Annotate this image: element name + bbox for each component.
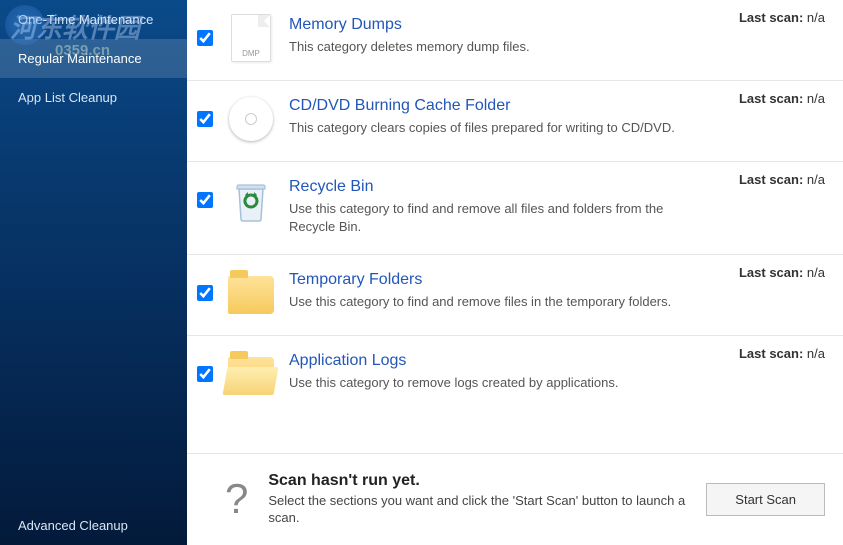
question-mark-icon: ? [225,475,248,523]
sidebar-item-advanced-cleanup[interactable]: Advanced Cleanup [0,506,187,545]
category-checkbox[interactable] [197,30,213,46]
category-description: This category clears copies of files pre… [289,119,709,137]
category-description: Use this category to remove logs created… [289,374,709,392]
cd-icon [227,95,275,143]
main-panel: Memory Dumps This category deletes memor… [187,0,843,545]
sidebar: 河东软件园 0359.cn One-Time Maintenance Regul… [0,0,187,545]
recycle-bin-icon [227,176,275,224]
scan-status-description: Select the sections you want and click t… [268,492,688,527]
category-memory-dumps[interactable]: Memory Dumps This category deletes memor… [187,0,843,81]
category-description: This category deletes memory dump files. [289,38,709,56]
last-scan-label: Last scan: n/a [739,172,825,187]
category-list: Memory Dumps This category deletes memor… [187,0,843,453]
sidebar-item-app-list-cleanup[interactable]: App List Cleanup [0,78,187,117]
folder-open-icon [227,350,275,398]
category-checkbox[interactable] [197,111,213,127]
category-checkbox[interactable] [197,192,213,208]
scan-status-title: Scan hasn't run yet. [268,472,706,490]
category-checkbox[interactable] [197,366,213,382]
last-scan-label: Last scan: n/a [739,91,825,106]
footer-bar: ? Scan hasn't run yet. Select the sectio… [187,453,843,545]
sidebar-item-regular-maintenance[interactable]: Regular Maintenance [0,39,187,78]
category-checkbox[interactable] [197,285,213,301]
category-cd-dvd-burning-cache[interactable]: CD/DVD Burning Cache Folder This categor… [187,81,843,162]
category-description: Use this category to find and remove all… [289,200,709,236]
category-application-logs[interactable]: Application Logs Use this category to re… [187,336,843,416]
last-scan-label: Last scan: n/a [739,265,825,280]
category-recycle-bin[interactable]: Recycle Bin Use this category to find an… [187,162,843,255]
memory-dump-icon [227,14,275,62]
category-temporary-folders[interactable]: Temporary Folders Use this category to f… [187,255,843,336]
last-scan-label: Last scan: n/a [739,346,825,361]
category-description: Use this category to find and remove fil… [289,293,709,311]
folder-icon [227,269,275,317]
start-scan-button[interactable]: Start Scan [706,483,825,516]
sidebar-item-one-time-maintenance[interactable]: One-Time Maintenance [0,0,187,39]
last-scan-label: Last scan: n/a [739,10,825,25]
